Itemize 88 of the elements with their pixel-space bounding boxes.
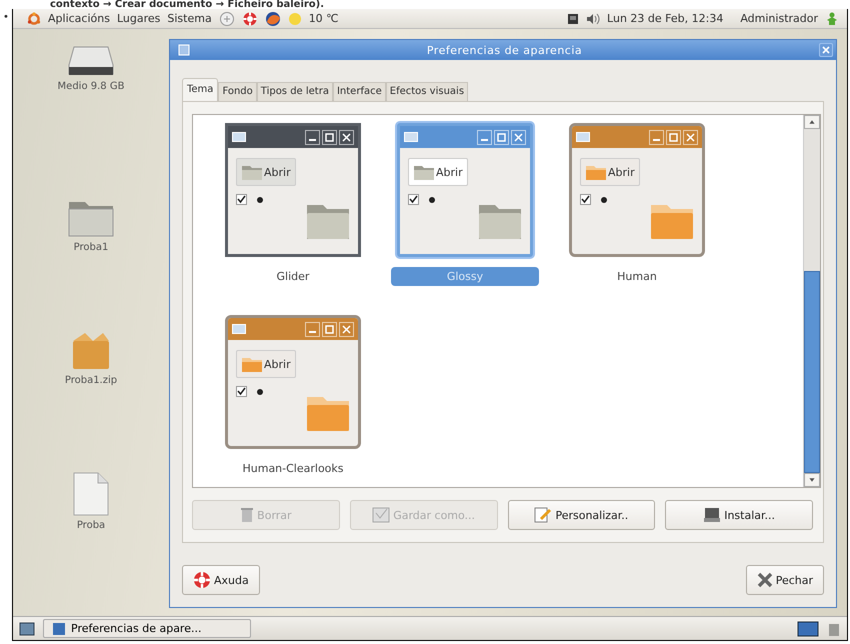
desktop-icon-label[interactable]: Proba1.zip bbox=[64, 375, 118, 386]
theme-name[interactable]: Human bbox=[563, 267, 711, 286]
checkbox-icon bbox=[236, 194, 247, 205]
folder-icon bbox=[241, 163, 263, 181]
desktop-icon-label[interactable]: Medio 9.8 GB bbox=[58, 81, 124, 92]
network-icon[interactable] bbox=[567, 12, 580, 24]
theme-preview[interactable]: Abrir bbox=[225, 315, 361, 449]
lifebuoy-icon[interactable] bbox=[242, 10, 258, 26]
folder-icon bbox=[306, 396, 350, 432]
window-icon bbox=[404, 132, 418, 142]
tab[interactable]: Tipos de letra bbox=[256, 82, 333, 101]
scrollbar[interactable] bbox=[803, 115, 820, 487]
close-icon bbox=[822, 46, 830, 54]
window-icon bbox=[232, 132, 246, 142]
workspace-icon[interactable] bbox=[797, 620, 819, 636]
action-button[interactable]: Instalar... bbox=[665, 500, 813, 530]
scroll-down-icon[interactable] bbox=[804, 473, 820, 487]
theme-preview[interactable]: Abrir bbox=[569, 123, 705, 257]
folder-icon bbox=[241, 355, 263, 373]
minimize-icon bbox=[649, 130, 664, 144]
window-icon bbox=[52, 622, 66, 636]
tab[interactable]: Fondo bbox=[218, 82, 257, 101]
browser-icon[interactable] bbox=[264, 10, 281, 26]
minimize-icon bbox=[305, 130, 320, 144]
trash-icon bbox=[240, 507, 254, 523]
minimize-icon bbox=[305, 322, 320, 336]
close-dialog-button[interactable]: Pechar bbox=[746, 565, 824, 595]
window-icon bbox=[576, 132, 590, 142]
show-desktop-icon[interactable] bbox=[19, 620, 35, 636]
panel-menu[interactable]: Lugares bbox=[116, 12, 160, 25]
checkbox-icon bbox=[580, 194, 591, 205]
desktop-icon-label[interactable]: Proba bbox=[76, 520, 106, 531]
close-button[interactable] bbox=[819, 43, 833, 57]
close-icon bbox=[339, 322, 354, 336]
checkbox-icon bbox=[236, 386, 247, 397]
maximize-icon bbox=[666, 130, 681, 144]
radio-icon bbox=[429, 197, 435, 203]
sun-icon bbox=[288, 12, 302, 26]
volume-icon[interactable] bbox=[586, 12, 600, 24]
close-icon bbox=[683, 130, 698, 144]
hard-drive-icon[interactable] bbox=[68, 45, 114, 77]
window-icon bbox=[232, 324, 246, 334]
edit-icon bbox=[534, 507, 552, 523]
computer-icon bbox=[703, 507, 722, 523]
window-title: Preferencias de aparencia bbox=[426, 44, 584, 56]
panel-menu[interactable]: Aplicacións bbox=[48, 12, 110, 25]
action-button[interactable]: Personalizar.. bbox=[508, 500, 656, 530]
folder-icon bbox=[306, 204, 350, 240]
theme-name[interactable]: Glider bbox=[219, 267, 367, 286]
person-icon[interactable] bbox=[825, 12, 839, 26]
preview-open-button: Abrir bbox=[580, 158, 640, 186]
logo-icon[interactable] bbox=[27, 12, 41, 26]
preview-open-button: Abrir bbox=[236, 350, 296, 378]
radio-icon bbox=[257, 389, 263, 395]
tab[interactable]: Efectos visuais bbox=[386, 82, 468, 101]
tab[interactable]: Tema bbox=[182, 78, 218, 101]
theme-name[interactable]: Human-Clearlooks bbox=[219, 459, 367, 478]
scroll-up-icon[interactable] bbox=[804, 115, 820, 129]
desktop-icon-label[interactable]: Proba1 bbox=[74, 242, 108, 253]
tab[interactable]: Interface bbox=[332, 82, 386, 101]
list-bullet: • bbox=[3, 13, 9, 22]
window-icon bbox=[178, 44, 190, 56]
maximize-icon bbox=[322, 322, 337, 336]
close-icon bbox=[756, 572, 773, 588]
clock[interactable]: Lun 23 de Feb, 12:34 bbox=[607, 12, 724, 25]
minimize-icon bbox=[477, 130, 492, 144]
folder-icon bbox=[413, 163, 435, 181]
theme-preview[interactable]: Abrir bbox=[397, 123, 533, 257]
maximize-icon bbox=[322, 130, 337, 144]
save-icon bbox=[372, 507, 390, 523]
close-icon bbox=[339, 130, 354, 144]
help-button[interactable]: Axuda bbox=[182, 565, 260, 595]
folder-icon bbox=[585, 163, 607, 181]
temperature: 10 ℃ bbox=[308, 12, 339, 25]
radio-icon bbox=[257, 197, 263, 203]
close-icon bbox=[511, 130, 526, 144]
panel-menu[interactable]: Sistema bbox=[167, 12, 212, 25]
theme-preview[interactable]: Abrir bbox=[225, 123, 361, 257]
taskbar-window-button[interactable]: Preferencias de apare... bbox=[43, 619, 251, 638]
preview-open-button: Abrir bbox=[236, 158, 296, 186]
folder-icon bbox=[650, 204, 694, 240]
folder-icon bbox=[478, 204, 522, 240]
user-menu[interactable]: Administrador bbox=[740, 12, 818, 25]
maximize-icon bbox=[494, 130, 509, 144]
lifebuoy-icon bbox=[193, 571, 211, 589]
checkbox-icon bbox=[408, 194, 419, 205]
radio-icon bbox=[601, 197, 607, 203]
preview-open-button: Abrir bbox=[408, 158, 468, 186]
